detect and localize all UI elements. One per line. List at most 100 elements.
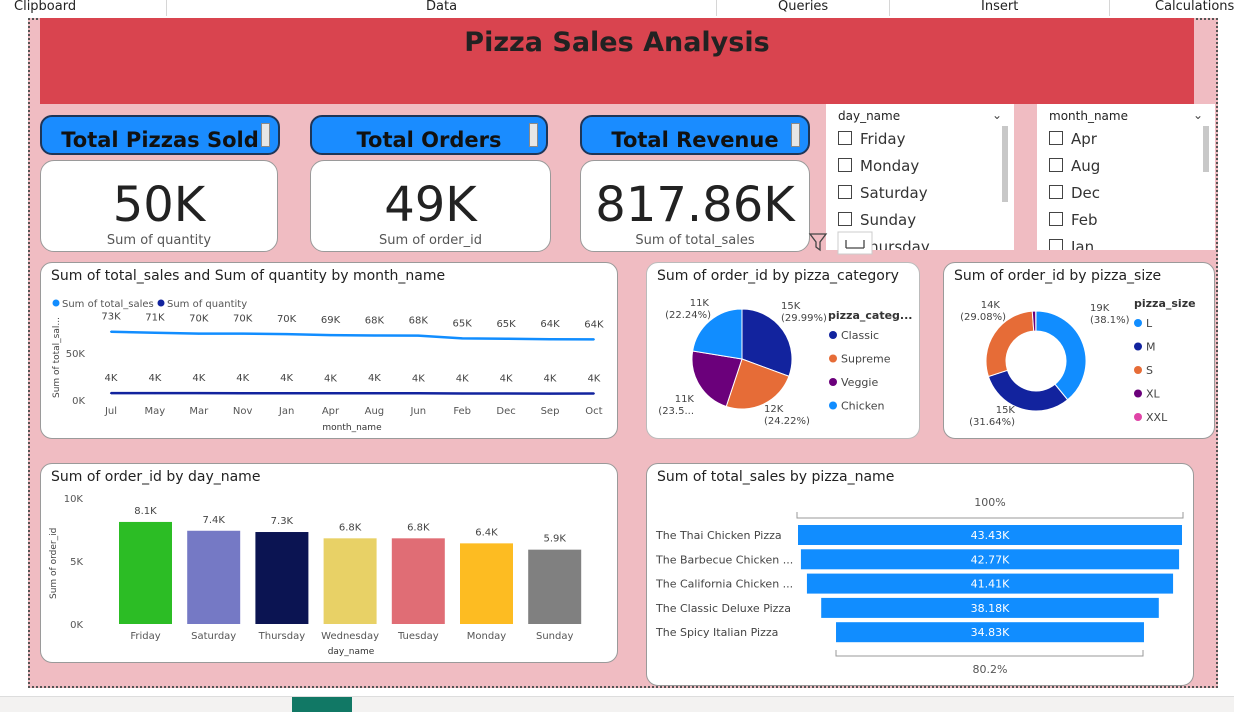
data-label: 68K [409,316,429,327]
y-tick-label: 0K [72,396,85,407]
chart-card-orders-by-category[interactable]: Sum of order_id by pizza_category pizza_… [646,262,920,439]
legend-label: Sum of total_sales [62,299,154,310]
data-label: 5.9K [543,534,566,545]
chart-card-sales-by-month[interactable]: Sum of total_sales and Sum of quantity b… [40,262,618,439]
slicer-option[interactable]: Saturday [838,184,928,202]
chevron-down-icon[interactable]: ⌄ [992,108,1002,122]
data-point [286,333,288,335]
kpi-header-total-pizzas[interactable]: Total Pizzas Sold [40,115,280,155]
y-axis-title: Sum of total_sal... [52,317,62,398]
checkbox-icon[interactable] [838,158,852,172]
ribbon-group-clipboard[interactable]: Clipboard [14,0,76,14]
legend-label: L [1146,317,1153,330]
slicer-option[interactable]: Aug [1049,157,1100,175]
slicer-option[interactable]: Feb [1049,211,1098,229]
slicer-option[interactable]: Sunday [838,211,916,229]
chevron-down-icon[interactable]: ⌄ [1193,108,1203,122]
chart-card-orders-by-size[interactable]: Sum of order_id by pizza_size pizza_size… [943,262,1215,439]
ribbon-group-calculations[interactable]: Calculations [1155,0,1234,14]
funnel-chart: 100% 80.2% 43.43KThe Thai Chicken Pizza4… [647,464,1194,686]
checkbox-icon[interactable] [838,131,852,145]
data-point [417,335,419,337]
x-axis-title: month_name [322,423,382,433]
data-label: 70K [233,314,253,325]
data-label-percent: (29.08%) [960,312,1006,323]
slicer-header: month_name [1049,109,1128,123]
slicer-option[interactable]: Jan [1049,238,1094,250]
legend-marker [1134,413,1142,421]
chart-card-sales-by-pizza[interactable]: Sum of total_sales by pizza_name 100% 80… [646,463,1194,686]
x-tick-label: Wednesday [321,631,379,642]
pie-chart: pizza_categ... ClassicSupremeVeggieChick… [647,263,920,439]
checkbox-icon[interactable] [1049,131,1063,145]
data-label-percent: (24.22%) [764,416,810,427]
data-label: 12K [764,404,784,415]
data-label: 11K [690,298,710,309]
data-label-percent: (29.99%) [781,313,827,324]
data-point [417,392,419,394]
x-tick-label: Friday [130,631,160,642]
slicer-header: day_name [838,109,900,123]
data-label: 4K [105,373,118,384]
checkbox-icon[interactable] [1049,158,1063,172]
data-point [330,334,332,336]
slicer-month-name[interactable]: month_name ⌄ Apr Aug Dec Feb Jan [1037,104,1215,250]
legend-marker [158,300,165,307]
kpi-card-total-revenue[interactable]: 817.86K Sum of total_sales [580,160,810,252]
data-point [242,333,244,335]
x-tick-label: Jul [104,406,117,417]
chart-card-orders-by-day[interactable]: Sum of order_id by day_name Sum of order… [40,463,618,663]
kpi-header-total-revenue[interactable]: Total Revenue [580,115,810,155]
legend-marker [829,402,837,410]
data-point [198,333,200,335]
checkbox-icon[interactable] [1049,239,1063,250]
filter-icon[interactable] [810,234,826,250]
ribbon-bar: Clipboard Data Queries Insert Calculatio… [0,0,1234,17]
scrollbar[interactable] [1002,126,1008,202]
bar-sunday [528,550,581,624]
checkbox-icon[interactable] [838,185,852,199]
ribbon-group-queries[interactable]: Queries [778,0,828,14]
legend-marker [829,331,837,339]
data-label: 7.3K [271,516,294,527]
data-point [110,331,112,333]
slicer-option[interactable]: Friday [838,130,905,148]
funnel-bottom-percent: 80.2% [973,663,1008,676]
data-label: 19K [1090,303,1110,314]
checkbox-icon[interactable] [1049,185,1063,199]
checkbox-icon[interactable] [1049,212,1063,226]
data-label: 4K [368,373,381,384]
bar-saturday [187,531,240,624]
bar-friday [119,522,172,624]
category-label: The California Chicken ... [655,578,793,591]
kpi-card-total-pizzas[interactable]: 50K Sum of quantity [40,160,278,252]
ribbon-group-insert[interactable]: Insert [981,0,1018,14]
scrollbar[interactable] [1203,126,1209,172]
page-tab-active[interactable] [292,697,352,712]
data-label: 4K [192,373,205,384]
data-label-percent: (22.24%) [665,310,711,321]
data-label: 6.8K [407,522,430,533]
checkbox-icon[interactable] [838,212,852,226]
slicer-option[interactable]: Dec [1049,184,1100,202]
visual-header-icons [806,230,876,256]
bar-wednesday [324,538,377,624]
data-label: 65K [453,318,473,329]
data-point [549,338,551,340]
page-tab-bar [0,696,1234,712]
data-point [549,393,551,395]
slicer-option[interactable]: Monday [838,157,919,175]
data-label: 4K [544,374,557,385]
kpi-card-total-orders[interactable]: 49K Sum of order_id [310,160,551,252]
kpi-header-total-orders[interactable]: Total Orders [310,115,548,155]
slicer-day-name[interactable]: day_name ⌄ Friday Monday Saturday Sunday… [826,104,1014,250]
x-tick-label: Tuesday [397,631,439,642]
data-label: 4K [236,373,249,384]
legend-label: XXL [1146,411,1168,424]
ribbon-group-data[interactable]: Data [426,0,457,14]
y-tick-label: 10K [64,494,84,505]
data-label: 15K [781,301,801,312]
data-point [461,392,463,394]
data-label: 64K [584,319,604,330]
slicer-option[interactable]: Apr [1049,130,1097,148]
